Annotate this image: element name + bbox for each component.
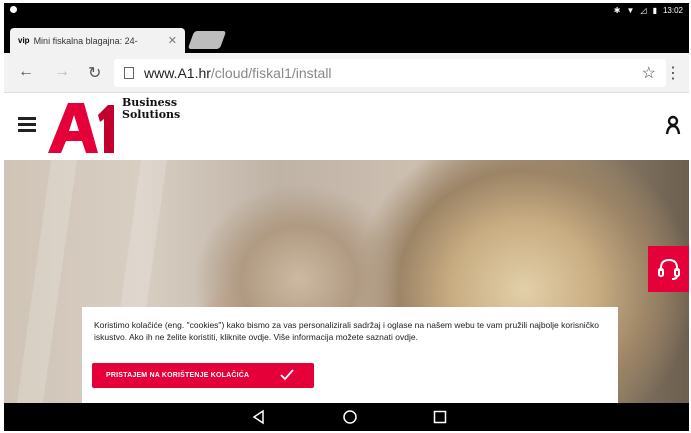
headset-icon: [657, 258, 680, 280]
address-bar[interactable]: www.A1.hr/cloud/fiskal1/install ☆: [114, 59, 666, 87]
notification-icon: [10, 6, 17, 13]
forward-arrow-icon[interactable]: →: [54, 63, 70, 81]
hero-window-frame: [16, 160, 78, 403]
bookmark-star-icon[interactable]: ☆: [642, 63, 656, 83]
bluetooth-icon: ✱: [613, 6, 621, 15]
brand-text: Business Solutions: [122, 97, 180, 121]
accept-cookies-button[interactable]: PRISTAJEM NA KORIŠTENJE KOLAČIĆA: [92, 363, 314, 388]
android-nav-bar: [4, 403, 689, 431]
status-icons: ✱ ▼ ◿ ▮ 13:02: [614, 6, 683, 15]
signal-icon: ◿: [640, 6, 647, 15]
back-icon[interactable]: [251, 409, 267, 425]
battery-icon: ▮: [652, 6, 657, 15]
checkmark-icon: [280, 369, 294, 381]
tab-title: Mini fiskalna blagajna: 24-: [33, 35, 138, 46]
cookie-text: Koristimo kolačiće (eng. "cookies") kako…: [94, 320, 599, 342]
close-tab-icon[interactable]: ✕: [168, 34, 177, 47]
page-info-icon[interactable]: [124, 67, 134, 79]
reload-icon[interactable]: ↻: [88, 63, 101, 83]
hamburger-menu-icon[interactable]: [18, 117, 36, 132]
support-button[interactable]: [648, 246, 689, 292]
tab-favicon: vip: [18, 36, 30, 45]
wifi-icon: ▼: [626, 6, 635, 15]
back-arrow-icon[interactable]: ←: [18, 63, 34, 81]
browser-menu-icon[interactable]: ⋮: [665, 63, 681, 83]
clock: 13:02: [662, 6, 683, 15]
url-path: /cloud/fiskal1/install: [210, 65, 332, 81]
accept-cookies-label: PRISTAJEM NA KORIŠTENJE KOLAČIĆA: [106, 372, 250, 379]
site-header: Business Solutions: [4, 93, 689, 160]
user-icon[interactable]: [665, 115, 681, 135]
home-icon[interactable]: [342, 409, 358, 425]
tab-strip: vip Mini fiskalna blagajna: 24- ✕: [4, 19, 689, 53]
url-host: www.A1.hr: [144, 65, 211, 81]
status-bar: ✱ ▼ ◿ ▮ 13:02: [4, 3, 689, 19]
recents-icon[interactable]: [432, 409, 448, 425]
cookie-banner: Koristimo kolačiće (eng. "cookies") kako…: [82, 307, 618, 404]
browser-toolbar: ← → ↻ www.A1.hr/cloud/fiskal1/install ☆ …: [4, 53, 689, 93]
browser-tab-active[interactable]: vip Mini fiskalna blagajna: 24- ✕: [10, 28, 185, 53]
brand-line-2: Solutions: [122, 108, 181, 121]
new-tab-button[interactable]: [187, 31, 227, 49]
a1-logo[interactable]: [46, 97, 126, 157]
device-screen: ✱ ▼ ◿ ▮ 13:02 vip Mini fiskalna blagajna…: [0, 0, 691, 433]
